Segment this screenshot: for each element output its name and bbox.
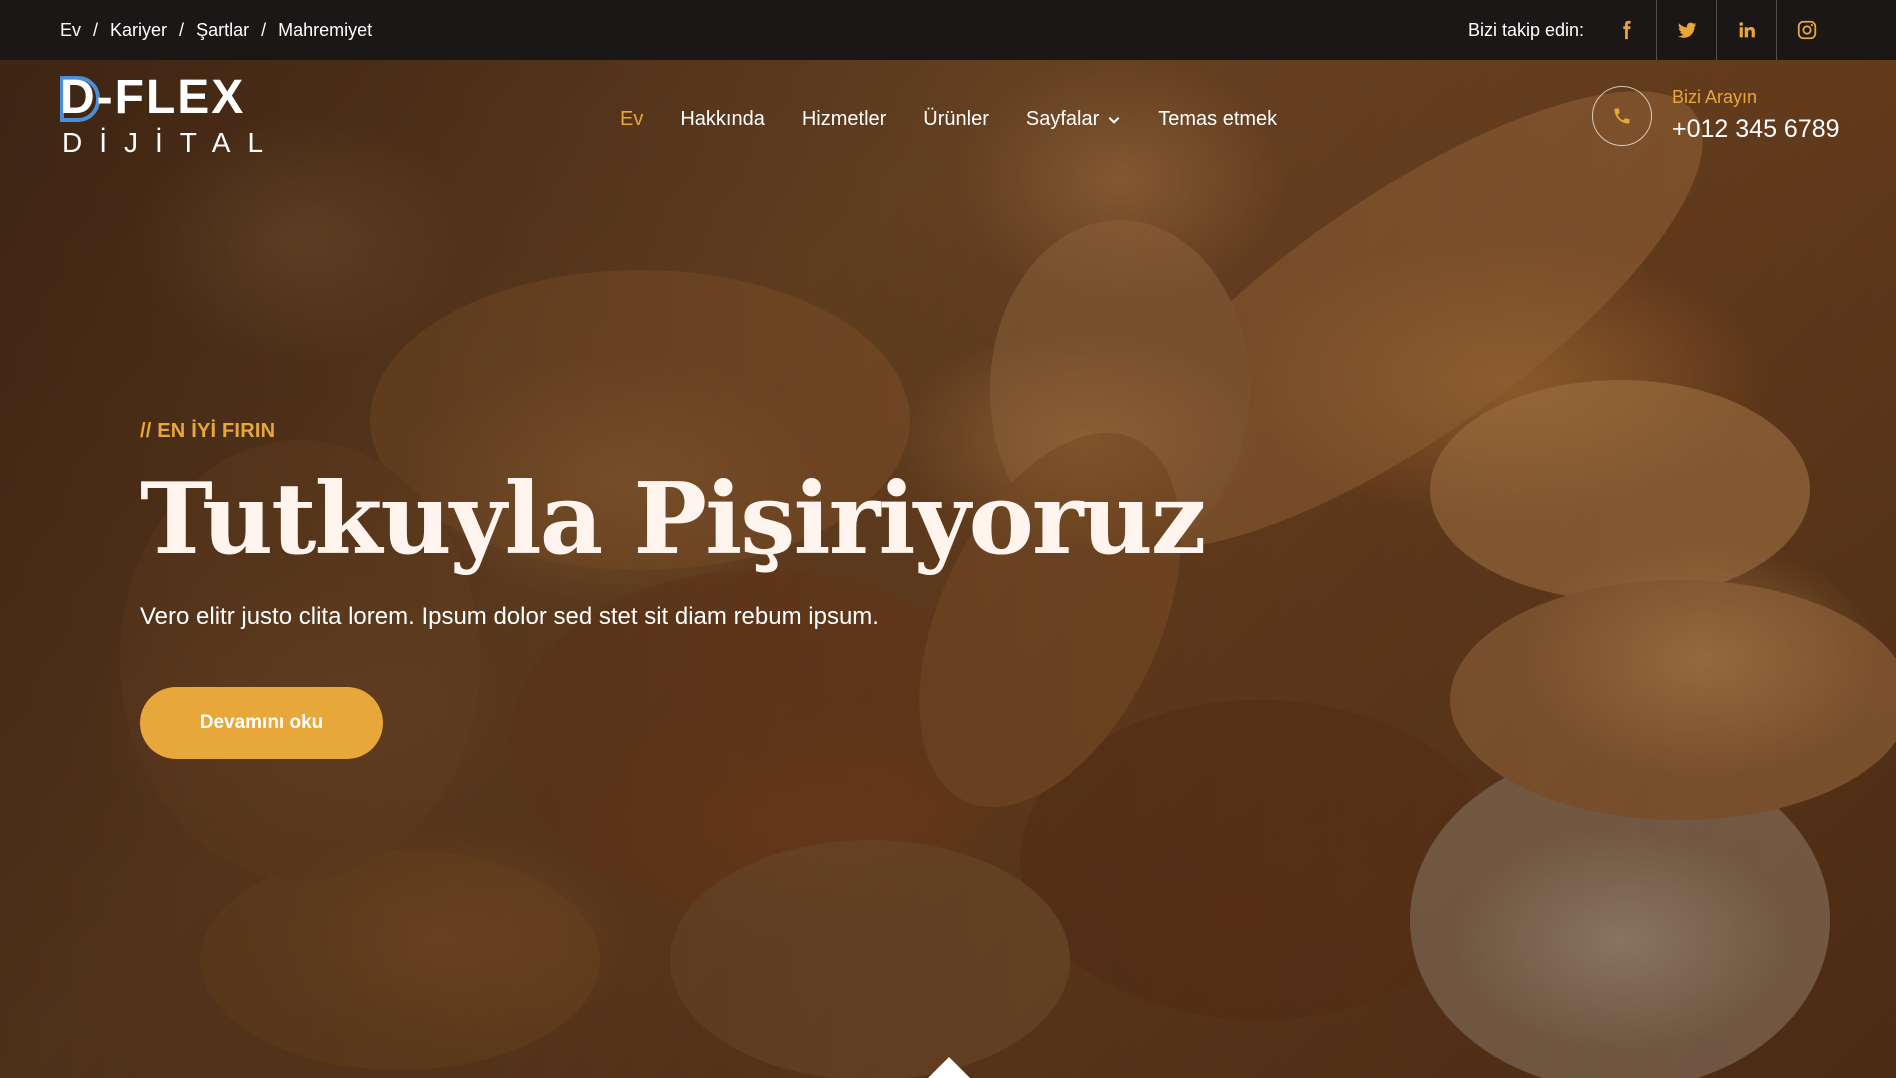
nav-item-ev[interactable]: Ev bbox=[620, 108, 643, 131]
hero-content: // EN İYİ FIRIN Tutkuyla Pişiriyoruz Ver… bbox=[140, 420, 1240, 759]
navbar: D-FLEX DİJİTAL Ev Hakkında Hizmetler Ürü… bbox=[0, 60, 1896, 180]
scroll-up-icon[interactable] bbox=[928, 1057, 970, 1078]
breadcrumb-link-kariyer[interactable]: Kariyer bbox=[110, 20, 167, 41]
logo-text-top: D-FLEX bbox=[60, 71, 246, 124]
follow-label: Bizi takip edin: bbox=[1467, 19, 1584, 40]
breadcrumb-separator: / bbox=[261, 19, 267, 40]
hero-eyebrow: // EN İYİ FIRIN bbox=[140, 420, 276, 442]
call-us: Bizi Arayın +012 345 6789 bbox=[1592, 86, 1840, 146]
nav-item-hakkinda[interactable]: Hakkında bbox=[680, 108, 765, 131]
breadcrumb-link-ev[interactable]: Ev bbox=[60, 20, 81, 41]
nav-item-temas-etmek[interactable]: Temas etmek bbox=[1158, 108, 1277, 131]
call-label: Bizi Arayın bbox=[1672, 87, 1758, 107]
main-menu: Ev Hakkında Hizmetler Ürünler Sayfalar T… bbox=[620, 108, 1314, 131]
top-bar: Ev / Kariyer / Şartlar / Mahremiyet Bizi… bbox=[0, 0, 1896, 60]
nav-item-sayfalar[interactable]: Sayfalar bbox=[1026, 108, 1121, 131]
twitter-icon[interactable] bbox=[1656, 0, 1716, 60]
call-text: Bizi Arayın +012 345 6789 bbox=[1672, 86, 1840, 146]
nav-item-sayfalar-label: Sayfalar bbox=[1025, 108, 1100, 130]
breadcrumb-link-sartlar[interactable]: Şartlar bbox=[196, 20, 249, 41]
phone-icon bbox=[1614, 108, 1630, 124]
breadcrumb-link-mahremiyet[interactable]: Mahremiyet bbox=[278, 20, 372, 41]
breadcrumb-separator: / bbox=[93, 19, 99, 40]
read-more-button[interactable]: Devamını oku bbox=[140, 687, 383, 759]
linkedin-icon[interactable] bbox=[1716, 0, 1776, 60]
logo-text-bottom: DİJİTAL bbox=[62, 127, 281, 158]
breadcrumb: Ev / Kariyer / Şartlar / Mahremiyet bbox=[60, 20, 372, 41]
breadcrumb-separator: / bbox=[179, 19, 185, 40]
page: Ev / Kariyer / Şartlar / Mahremiyet Bizi… bbox=[0, 0, 1896, 1078]
nav-item-urunler[interactable]: Ürünler bbox=[923, 108, 989, 131]
logo[interactable]: D-FLEX DİJİTAL bbox=[60, 74, 270, 164]
nav-item-hizmetler[interactable]: Hizmetler bbox=[802, 108, 886, 131]
social-follow: Bizi takip edin: bbox=[1468, 0, 1896, 60]
instagram-icon[interactable] bbox=[1776, 0, 1836, 60]
chevron-down-icon bbox=[1108, 116, 1120, 124]
call-number[interactable]: +012 345 6789 bbox=[1672, 112, 1840, 146]
call-button[interactable] bbox=[1592, 86, 1652, 146]
hero-subtitle: Vero elitr justo clita lorem. Ipsum dolo… bbox=[140, 603, 879, 630]
hero-headline: Tutkuyla Pişiriyoruz bbox=[140, 462, 1206, 577]
facebook-icon[interactable] bbox=[1596, 0, 1656, 60]
